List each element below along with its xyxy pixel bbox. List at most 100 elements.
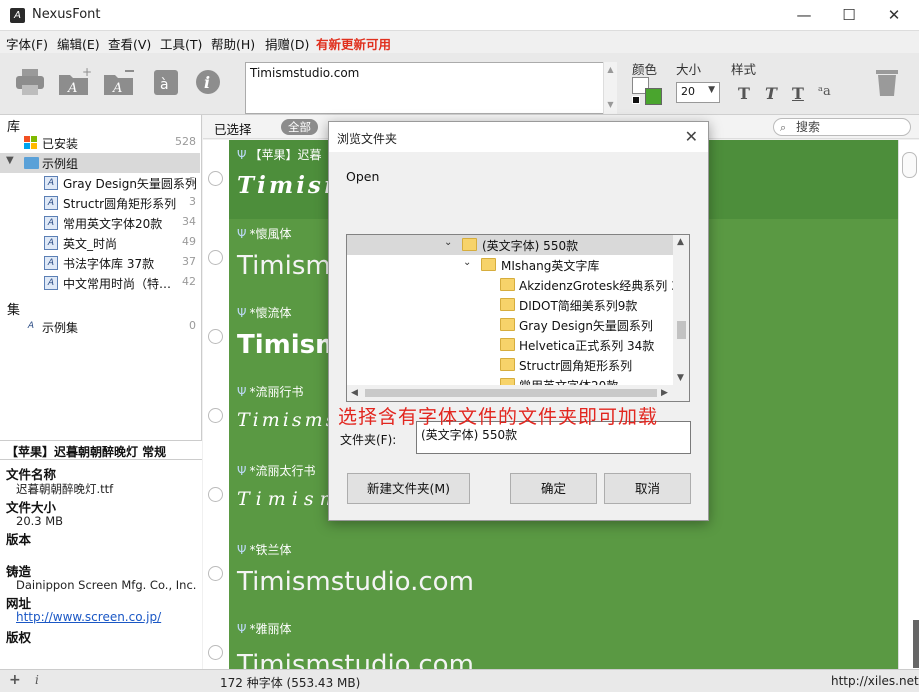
row-select-radio[interactable]	[203, 140, 229, 220]
scrollbar-thumb[interactable]	[677, 321, 686, 339]
status-bar: + i 172 种字体 (553.43 MB) http://xiles.net	[0, 669, 919, 692]
svg-text:+: +	[82, 67, 92, 79]
sidebar-item-english-fashion[interactable]: A 英文_时尚 49	[0, 233, 200, 253]
add-font-folder-icon[interactable]: A +	[58, 67, 92, 97]
tree-vertical-scrollbar[interactable]: ▲ ▼	[673, 235, 689, 385]
tree-item-english-fonts[interactable]: ⌄ (英文字体) 550款	[347, 235, 677, 255]
row-select-radio[interactable]	[203, 535, 229, 615]
sidebar-item-count: 5	[189, 175, 196, 188]
font-preview-cell[interactable]: Ψ *铁兰体 Timismstudio.com	[229, 535, 899, 614]
menu-help[interactable]: 帮助(H)	[211, 34, 255, 53]
folder-icon	[462, 238, 477, 251]
font-preview-cell[interactable]: Ψ *雅丽体 Timismstudio.com	[229, 614, 899, 669]
row-select-radio[interactable]	[203, 377, 229, 457]
chevron-down-icon[interactable]: ⌄	[444, 237, 452, 248]
instruction-annotation: 选择含有字体文件的文件夹即可加载	[338, 406, 659, 428]
chevron-down-icon[interactable]: ⌄	[463, 257, 471, 268]
font-size-select[interactable]: 20 ▼	[676, 82, 720, 103]
tree-item-helvetica[interactable]: Helvetica正式系列 34款	[347, 335, 677, 355]
expand-arrow-icon[interactable]: ▼	[6, 155, 14, 166]
sidebar-item-label: 已安装	[42, 137, 79, 151]
tree-item-mishang[interactable]: ⌄ MIshang英文字库	[347, 255, 677, 275]
menu-update-available[interactable]: 有新更新可用	[316, 34, 391, 53]
sets-heading: 集	[7, 303, 21, 318]
sidebar-group-example[interactable]: ▼ 示例组	[0, 153, 200, 173]
row-select-radio[interactable]	[203, 456, 229, 536]
italic-style-button[interactable]: T	[765, 84, 777, 103]
menu-tools[interactable]: 工具(T)	[160, 34, 202, 53]
font-folder-icon: A	[44, 276, 58, 290]
sidebar-item-structr[interactable]: A Structr圆角矩形系列 3	[0, 193, 200, 213]
app-logo-icon: A	[10, 8, 25, 23]
preview-text-scrollbar[interactable]: ▲ ▼	[603, 62, 617, 114]
info-url-link[interactable]: http://www.screen.co.jp/	[16, 610, 161, 624]
folder-icon	[500, 278, 515, 291]
sidebar-item-calligraphy[interactable]: A 书法字体库 37款 37	[0, 253, 200, 273]
info-icon[interactable]: i	[194, 67, 222, 97]
folder-tree[interactable]: ⌄ (英文字体) 550款 ⌄ MIshang英文字库 AkzidenzGrot…	[346, 234, 690, 402]
scrollbar-thumb[interactable]	[902, 152, 917, 178]
style-label: 样式	[731, 62, 757, 77]
bold-style-button[interactable]: T	[738, 84, 750, 103]
browse-folder-dialog: 浏览文件夹 ✕ Open ⌄ (英文字体) 550款 ⌄ MIshang英文字库…	[328, 121, 709, 521]
menu-donate[interactable]: 捐赠(D)	[265, 34, 309, 53]
tree-item-didot[interactable]: DIDOT简细美系列9款	[347, 295, 677, 315]
minimize-button[interactable]: —	[781, 0, 827, 31]
sidebar-item-gray-design[interactable]: A Gray Design矢量圆系列 5	[0, 173, 200, 193]
menu-edit[interactable]: 编辑(E)	[57, 34, 100, 53]
scrollbar-thumb[interactable]	[365, 389, 657, 397]
trash-icon[interactable]	[875, 68, 899, 98]
sidebar-item-common-english[interactable]: A 常用英文字体20款 34	[0, 213, 200, 233]
font-type-icon: Ψ	[237, 227, 247, 241]
row-select-radio[interactable]	[203, 298, 229, 378]
font-list-scrollbar[interactable]	[898, 140, 919, 669]
folder-icon	[24, 157, 39, 169]
case-style-button[interactable]: ᵃa	[818, 84, 831, 99]
reset-colors-icon[interactable]	[632, 96, 640, 104]
site-link[interactable]: http://xiles.net	[831, 674, 919, 688]
add-icon[interactable]: +	[9, 672, 21, 688]
font-type-icon: Ψ	[237, 543, 247, 557]
row-select-radio[interactable]	[203, 219, 229, 299]
info-small-icon[interactable]: i	[35, 673, 39, 687]
menu-view[interactable]: 查看(V)	[108, 34, 151, 53]
sidebar-item-chinese-fashion[interactable]: A 中文常用时尚（特… 42	[0, 273, 200, 293]
menu-bar: 字体(F) 编辑(E) 查看(V) 工具(T) 帮助(H) 捐赠(D) 有新更新…	[0, 31, 919, 53]
dialog-prompt: Open	[346, 169, 380, 184]
font-type-icon: Ψ	[237, 306, 247, 320]
font-folder-icon: A	[44, 216, 58, 230]
new-folder-button[interactable]: 新建文件夹(M)	[347, 473, 470, 504]
maximize-button[interactable]: ☐	[826, 0, 872, 31]
dialog-close-button[interactable]: ✕	[685, 127, 698, 146]
tree-item-akzidenz[interactable]: AkzidenzGrotesk经典系列 3	[347, 275, 679, 295]
remove-font-folder-icon[interactable]: A	[103, 67, 137, 97]
cancel-button[interactable]: 取消	[604, 473, 691, 504]
font-name: Ψ *铁兰体	[237, 543, 292, 557]
tree-item-gray-design[interactable]: Gray Design矢量圆系列	[347, 315, 677, 335]
tab-all[interactable]: 全部	[281, 119, 318, 135]
close-button[interactable]: ✕	[871, 0, 917, 31]
folder-icon	[500, 298, 515, 311]
printer-icon[interactable]	[14, 67, 46, 97]
sidebar-item-installed[interactable]: 已安装 528	[0, 133, 200, 153]
preview-text-input[interactable]: Timismstudio.com	[245, 62, 607, 114]
font-count-status: 172 种字体 (553.43 MB)	[220, 676, 361, 690]
row-select-radio[interactable]	[203, 614, 229, 669]
sidebar-item-example-set[interactable]: A 示例集 0	[0, 317, 200, 337]
tab-selected[interactable]: 已选择	[214, 119, 252, 138]
tree-item-structr[interactable]: Structr圆角矩形系列	[347, 355, 677, 375]
character-map-icon[interactable]: à	[152, 67, 180, 97]
ok-button[interactable]: 确定	[510, 473, 597, 504]
tree-horizontal-scrollbar[interactable]: ◀ ▶	[347, 385, 689, 401]
font-row[interactable]: Ψ *雅丽体 Timismstudio.com	[203, 614, 919, 669]
underline-style-button[interactable]: T	[792, 84, 804, 103]
font-row[interactable]: Ψ *铁兰体 Timismstudio.com	[203, 535, 919, 615]
search-input[interactable]: ⌕ 搜索	[773, 118, 911, 136]
folder-icon	[500, 338, 515, 351]
font-type-icon: Ψ	[237, 148, 247, 162]
font-sample: Timismstudio.com	[237, 567, 474, 597]
background-color-swatch[interactable]	[645, 88, 662, 105]
sidebar-item-count: 0	[189, 319, 196, 332]
menu-font[interactable]: 字体(F)	[6, 34, 48, 53]
font-name: Ψ *流丽太行书	[237, 464, 316, 478]
